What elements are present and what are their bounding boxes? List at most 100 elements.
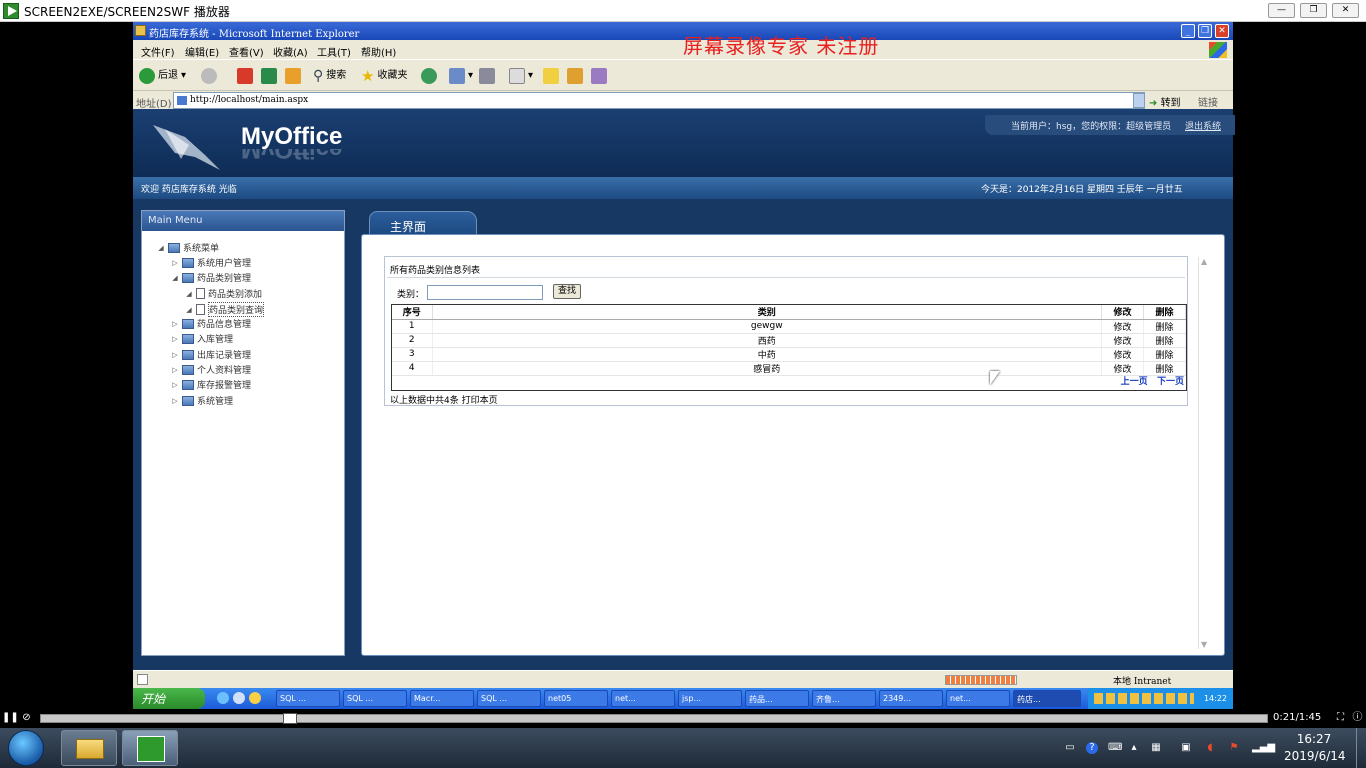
security-icon[interactable]: ▣ [1180,742,1192,754]
ie-minimize-button[interactable]: _ [1181,24,1195,38]
network-device-icon[interactable]: ▦ [1150,742,1162,754]
stop-button[interactable] [237,66,253,86]
taskbar-item-active[interactable]: 药店... [1013,690,1081,707]
desktop-icon[interactable] [233,692,245,704]
tree-item-stock-in[interactable]: ▷ 入库管理 [171,332,233,345]
menu-file[interactable]: 文件(F) [141,44,175,59]
language-icon[interactable]: ⌨ [1108,742,1122,754]
show-hidden-icon[interactable]: ▴ [1128,742,1140,754]
clock-time: 16:27 [1296,732,1332,746]
mail-button[interactable]: ▾ [449,66,473,86]
tree-root[interactable]: ◢ 系统菜单 [157,241,219,254]
tree-item-drug-info[interactable]: ▷ 药品信息管理 [171,317,251,330]
info-icon[interactable]: ⓘ [1351,712,1364,725]
keyboard-icon[interactable]: ▭ [1064,742,1076,754]
messenger-button[interactable] [591,66,607,86]
edit-link[interactable]: 修改 [1101,347,1144,362]
research-button[interactable] [567,66,583,86]
prev-page-link[interactable]: 上一页 [1121,377,1148,387]
explorer-taskbar-button[interactable] [61,730,117,766]
back-button[interactable]: 后退 ▾ [139,66,186,86]
page-content: MyOffice MyOffice 当前用户：hsg，您的权限：超级管理员 退出… [133,109,1235,670]
taskbar-item[interactable]: net... [946,690,1010,707]
delete-link[interactable]: 删除 [1143,361,1186,376]
forward-button[interactable] [201,66,217,86]
tree-item-profile[interactable]: ▷ 个人资料管理 [171,363,251,376]
scroll-up-icon[interactable]: ▲ [1201,257,1207,266]
edit-link[interactable]: 修改 [1101,361,1144,376]
delete-link[interactable]: 删除 [1143,333,1186,348]
taskbar-item[interactable]: 药品... [745,690,809,707]
taskbar-item[interactable]: Macr... [410,690,474,707]
home-icon [285,68,301,84]
taskbar-item[interactable]: jsp... [678,690,742,707]
edit-link[interactable]: 修改 [1101,319,1144,334]
screen2exe-taskbar-button[interactable] [122,730,178,766]
taskbar-item[interactable]: SQL ... [477,690,541,707]
seek-bar[interactable] [40,714,1268,723]
history-button[interactable] [421,66,437,86]
seek-thumb[interactable] [283,713,297,724]
taskbar-item[interactable]: 齐鲁... [812,690,876,707]
tree-item-stock-alert[interactable]: ▷ 库存报警管理 [171,378,251,391]
taskbar-item[interactable]: SQL ... [276,690,340,707]
address-dropdown-icon[interactable] [1133,93,1145,108]
menu-tools[interactable]: 工具(T) [317,44,351,59]
go-button[interactable]: 转到 [1149,94,1181,109]
close-button[interactable]: ✕ [1332,3,1359,18]
ie-maximize-button[interactable]: ❐ [1198,24,1212,38]
tree-item-users[interactable]: ▷ 系统用户管理 [171,256,251,269]
scroll-down-icon[interactable]: ▼ [1201,640,1207,649]
discuss-button[interactable] [543,66,559,86]
category-filter-input[interactable] [427,285,543,300]
minimize-button[interactable]: — [1268,3,1295,18]
settings-icon[interactable]: ⊘ [20,712,33,725]
address-input[interactable]: http://localhost/main.aspx [173,92,1145,109]
edit-link[interactable]: 修改 [1101,333,1144,348]
tab-main[interactable]: 主界面 [369,211,477,235]
taskbar-item[interactable]: net05 [544,690,608,707]
history-icon [421,68,437,84]
tree-item-system[interactable]: ▷ 系统管理 [171,394,233,407]
playback-time: 0:21/1:45 [1273,712,1322,723]
media-icon[interactable] [249,692,261,704]
tree-item-category[interactable]: ◢ 药品类别管理 [171,271,251,284]
next-page-link[interactable]: 下一页 [1157,377,1184,387]
help-icon[interactable]: ? [1086,742,1098,754]
tree-item-stock-out[interactable]: ▷ 出库记录管理 [171,348,251,361]
search-button[interactable]: 查找 [553,284,581,299]
win7-clock[interactable]: 16:27 2019/6/14 [1284,731,1346,765]
print-button[interactable] [479,66,495,86]
pause-icon[interactable]: ❚❚ [2,712,19,725]
menu-favorites[interactable]: 收藏(A) [273,44,308,59]
tree-item-category-add[interactable]: ◢ 药品类别添加 [185,287,262,300]
tray-icons[interactable] [1094,693,1194,704]
tree-item-category-query[interactable]: ◢ 药品类别查询 [185,302,265,317]
start-orb-icon[interactable] [8,730,44,766]
favorites-button[interactable]: ★ 收藏夹 [361,66,407,86]
volume-muted-icon[interactable]: ◖ [1204,742,1216,754]
show-desktop-button[interactable] [1356,728,1366,768]
menu-view[interactable]: 查看(V) [229,44,264,59]
delete-link[interactable]: 删除 [1143,319,1186,334]
search-button[interactable]: ⚲ 搜索 [313,66,346,86]
taskbar-item[interactable]: net... [611,690,675,707]
refresh-button[interactable] [261,66,277,86]
menu-edit[interactable]: 编辑(E) [185,44,219,59]
maximize-button[interactable]: ❐ [1300,3,1327,18]
edit-button[interactable]: ▾ [509,66,533,86]
delete-link[interactable]: 删除 [1143,347,1186,362]
taskbar-item[interactable]: 2349... [879,690,943,707]
taskbar-item[interactable]: SQL ... [343,690,407,707]
main-scrollbar[interactable]: ▲ ▼ [1198,257,1212,649]
home-button[interactable] [285,66,301,86]
links-button[interactable]: 链接 [1198,94,1218,109]
logout-link[interactable]: 退出系统 [1185,119,1221,132]
ie-icon[interactable] [217,692,229,704]
fullscreen-icon[interactable]: ⛶ [1334,712,1347,725]
ie-close-button[interactable]: ✕ [1215,24,1229,38]
menu-help[interactable]: 帮助(H) [361,44,396,59]
action-center-icon[interactable]: ⚑ [1228,742,1240,754]
start-button[interactable]: 开始 [133,688,205,709]
signal-icon[interactable]: ▂▄▆ [1252,742,1275,754]
